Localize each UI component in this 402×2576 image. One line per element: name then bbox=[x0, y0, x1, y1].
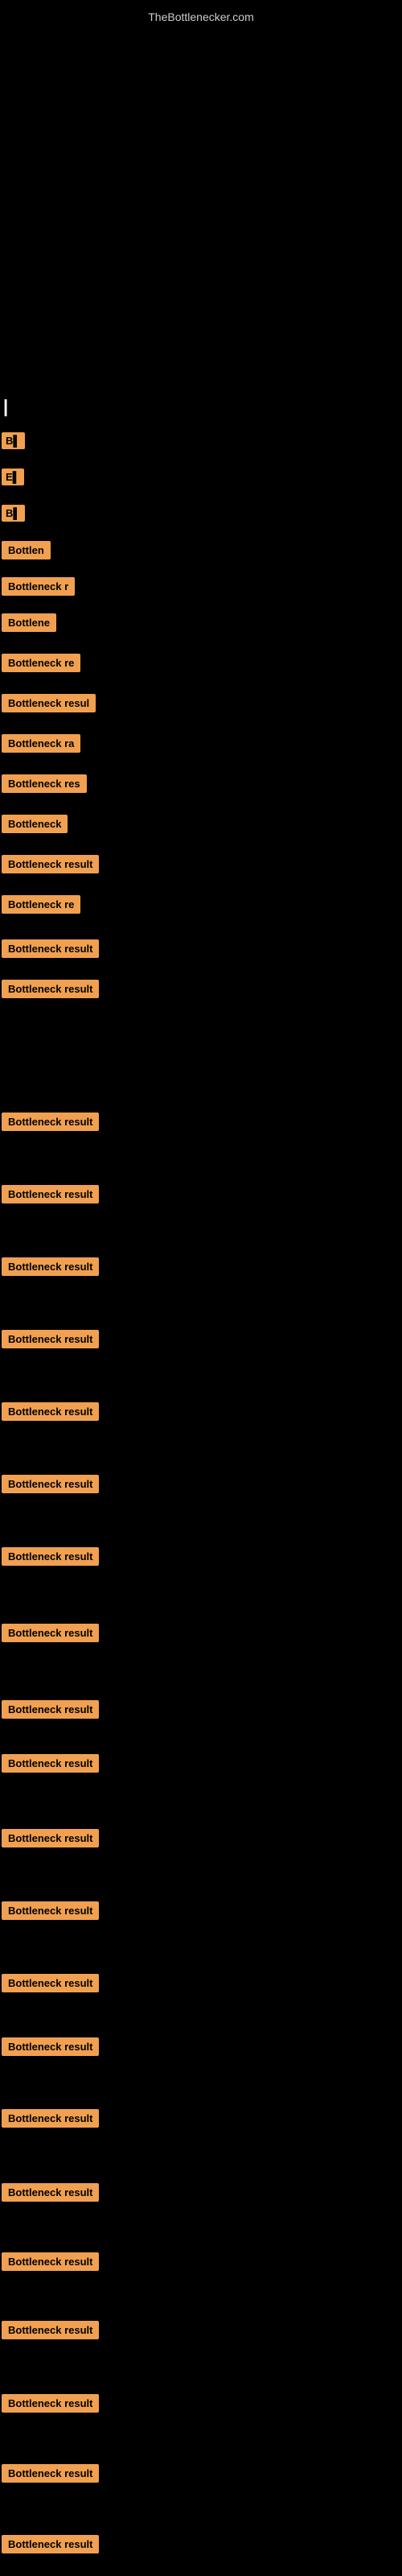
list-item: Bottleneck result bbox=[0, 1256, 99, 1278]
bottleneck-label: Bottleneck result bbox=[2, 2109, 99, 2128]
bottleneck-label: Bottleneck result bbox=[2, 1185, 99, 1203]
list-item: Bottleneck re bbox=[0, 894, 80, 915]
bottleneck-label: Bottleneck re bbox=[2, 895, 80, 914]
list-item: Bottleneck result bbox=[0, 1699, 99, 1720]
list-item: Bottleneck res bbox=[0, 773, 87, 795]
list-item: Bottleneck result bbox=[0, 938, 99, 960]
list-item: Bottleneck result bbox=[0, 2392, 99, 2414]
bottleneck-label: | bbox=[2, 396, 10, 417]
bottleneck-label: Bottleneck res bbox=[2, 774, 87, 793]
site-title: TheBottlenecker.com bbox=[0, 4, 402, 30]
list-item: Bottleneck result bbox=[0, 978, 99, 1000]
list-item: Bottleneck result bbox=[0, 1546, 99, 1567]
list-item: Bottleneck r bbox=[0, 576, 75, 597]
bottleneck-label: Bottleneck result bbox=[2, 1402, 99, 1421]
bottleneck-label: Bottleneck result bbox=[2, 1754, 99, 1773]
list-item: Bottleneck result bbox=[0, 2182, 99, 2203]
list-item: Bottleneck result bbox=[0, 2036, 99, 2058]
list-item: B▌ bbox=[0, 503, 25, 523]
bottleneck-label: Bottlene bbox=[2, 613, 56, 632]
bottleneck-label: Bottleneck result bbox=[2, 2183, 99, 2202]
list-item: Bottleneck result bbox=[0, 1972, 99, 1994]
bottleneck-label: Bottleneck result bbox=[2, 1547, 99, 1566]
bottleneck-label: Bottleneck re bbox=[2, 654, 80, 672]
bottleneck-label: B▌ bbox=[2, 505, 25, 522]
list-item: Bottleneck result bbox=[0, 1328, 99, 1350]
list-item: B▌ bbox=[0, 431, 25, 451]
list-item: Bottleneck result bbox=[0, 1900, 99, 1922]
bottleneck-label: Bottleneck resul bbox=[2, 694, 96, 712]
list-item: Bottleneck result bbox=[0, 2533, 99, 2555]
list-item: | bbox=[0, 394, 10, 419]
bottleneck-label: Bottleneck r bbox=[2, 577, 75, 596]
bottleneck-label: B▌ bbox=[2, 432, 25, 449]
list-item: Bottleneck re bbox=[0, 652, 80, 674]
bottleneck-label: Bottleneck result bbox=[2, 1257, 99, 1276]
bottleneck-label: Bottleneck result bbox=[2, 855, 99, 873]
list-item: Bottleneck result bbox=[0, 1622, 99, 1644]
list-item: Bottleneck result bbox=[0, 1183, 99, 1205]
bottleneck-label: Bottlen bbox=[2, 541, 51, 559]
list-item: Bottlene bbox=[0, 612, 56, 634]
bottleneck-label: Bottleneck ra bbox=[2, 734, 80, 753]
page-content: TheBottlenecker.com | B▌ E▌ B▌ Bottlen Bottle… bbox=[0, 0, 402, 2576]
bottleneck-label: Bottleneck result bbox=[2, 1475, 99, 1493]
list-item: Bottleneck result bbox=[0, 1827, 99, 1849]
bottleneck-label: Bottleneck result bbox=[2, 2394, 99, 2413]
list-item: Bottleneck ra bbox=[0, 733, 80, 754]
bottleneck-label: Bottleneck result bbox=[2, 2464, 99, 2483]
bottleneck-label: Bottleneck result bbox=[2, 1113, 99, 1131]
bottleneck-label: Bottleneck result bbox=[2, 1624, 99, 1642]
list-item: Bottleneck result bbox=[0, 1111, 99, 1133]
list-item: Bottleneck result bbox=[0, 1401, 99, 1422]
list-item: E▌ bbox=[0, 467, 24, 487]
list-item: Bottleneck result bbox=[0, 853, 99, 875]
bottleneck-label: Bottleneck result bbox=[2, 1330, 99, 1348]
bottleneck-label: Bottleneck result bbox=[2, 1829, 99, 1847]
bottleneck-label: E▌ bbox=[2, 469, 24, 485]
bottleneck-label: Bottleneck result bbox=[2, 2252, 99, 2271]
list-item: Bottleneck result bbox=[0, 2107, 99, 2129]
list-item: Bottlen bbox=[0, 539, 51, 561]
list-item: Bottleneck resul bbox=[0, 692, 96, 714]
bottleneck-label: Bottleneck result bbox=[2, 2037, 99, 2056]
bottleneck-label: Bottleneck result bbox=[2, 1901, 99, 1920]
list-item: Bottleneck result bbox=[0, 1473, 99, 1495]
list-item: Bottleneck result bbox=[0, 1752, 99, 1774]
bottleneck-label: Bottleneck result bbox=[2, 939, 99, 958]
list-item: Bottleneck result bbox=[0, 2319, 99, 2341]
bottleneck-label: Bottleneck result bbox=[2, 1974, 99, 1992]
bottleneck-label: Bottleneck result bbox=[2, 980, 99, 998]
bottleneck-label: Bottleneck result bbox=[2, 2535, 99, 2553]
bottleneck-label: Bottleneck result bbox=[2, 2321, 99, 2339]
bottleneck-label: Bottleneck result bbox=[2, 1700, 99, 1719]
list-item: Bottleneck bbox=[0, 813, 68, 835]
list-item: Bottleneck result bbox=[0, 2462, 99, 2484]
list-item: Bottleneck result bbox=[0, 2251, 99, 2273]
bottleneck-label: Bottleneck bbox=[2, 815, 68, 833]
